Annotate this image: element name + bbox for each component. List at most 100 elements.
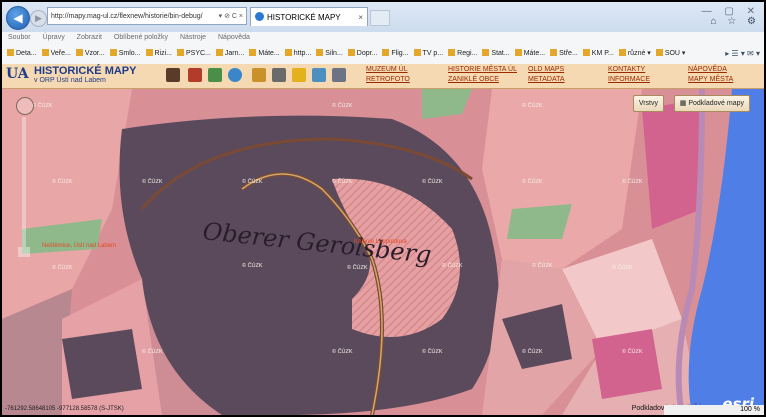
favorite-item[interactable]: SOU ▾ — [655, 44, 686, 64]
favorite-label: Jarn... — [224, 50, 245, 57]
favorite-label: Regi... — [457, 50, 478, 57]
favorite-item[interactable]: Flig... — [382, 44, 409, 64]
link-muzeum[interactable]: MUZEUM ÚL — [366, 65, 410, 75]
basemap-button[interactable]: ▦ Podkladové mapy — [673, 95, 750, 112]
favorite-label: SOU ▾ — [664, 50, 686, 57]
links-col-4: KONTAKTY INFORMACE — [608, 65, 650, 85]
favorite-label: Vzor... — [84, 50, 105, 57]
tab-close-icon[interactable]: × — [358, 8, 363, 27]
status-bar-zoom[interactable]: 100 % — [664, 405, 764, 415]
svg-text:© ČÚZK: © ČÚZK — [522, 178, 543, 185]
menu-oblibene[interactable]: Oblíbené položky — [114, 34, 168, 41]
favorite-item[interactable]: KM P... — [582, 44, 614, 64]
favorite-label: http... — [293, 50, 312, 57]
app-logo[interactable]: UA — [6, 66, 34, 86]
forward-button[interactable]: ▶ — [30, 10, 47, 27]
menu-upravy[interactable]: Úpravy — [43, 34, 65, 41]
link-metadata[interactable]: METADATA — [528, 75, 565, 85]
favorite-item[interactable]: různé ▾ — [618, 44, 651, 64]
favorite-item[interactable]: Dopr... — [347, 44, 378, 64]
zoom-out-button[interactable] — [18, 247, 30, 257]
links-col-1: MUZEUM ÚL RETROFOTO — [366, 65, 410, 85]
favorite-icon — [177, 49, 184, 56]
link-informace[interactable]: INFORMACE — [608, 75, 650, 85]
list-icon[interactable] — [272, 68, 286, 82]
favorite-label: Dopr... — [356, 50, 378, 57]
favorite-label: Máte... — [258, 50, 280, 57]
favorite-label: Veře... — [50, 50, 71, 57]
links-col-3: OLD MAPS METADATA — [528, 65, 565, 85]
app-header: UA HISTORICKÉ MAPY v ORP Ústí nad Labem … — [2, 64, 764, 89]
basemap-label: Podkladové mapy — [688, 100, 744, 107]
address-bar[interactable]: http://mapy.mag-ul.cz/flexnew/historie/b… — [47, 7, 247, 25]
zoom-control — [16, 97, 34, 257]
menu-bar: Soubor Úpravy Zobrazit Oblíbené položky … — [2, 32, 764, 44]
svg-text:© ČÚZK: © ČÚZK — [532, 262, 553, 269]
favorite-label: Siln... — [325, 50, 343, 57]
gear-icon[interactable] — [252, 68, 266, 82]
layers-icon[interactable] — [312, 68, 326, 82]
menu-napoveda[interactable]: Nápověda — [218, 34, 250, 41]
layers-button[interactable]: Vrstvy — [632, 95, 664, 112]
favorite-item[interactable]: http... — [284, 44, 312, 64]
favorites-right-tools[interactable]: ▸ ☰ ▾ ✉ ▾ — [725, 44, 760, 64]
ie-icon — [255, 12, 264, 21]
favorite-item[interactable]: Vzor... — [75, 44, 105, 64]
bookmark-icon[interactable] — [188, 68, 202, 82]
command-icons[interactable]: ⌂ ☆ ⚙ — [710, 16, 760, 27]
folder-icon[interactable] — [292, 68, 306, 82]
svg-text:© ČÚZK: © ČÚZK — [442, 262, 463, 269]
globe-icon[interactable] — [208, 68, 222, 82]
favorite-item[interactable]: Smlo... — [109, 44, 141, 64]
browser-tab[interactable]: HISTORICKÉ MAPY × — [250, 7, 368, 26]
favorite-item[interactable]: Deta... — [7, 44, 37, 64]
favorite-item[interactable]: TV p... — [413, 44, 443, 64]
app-subtitle: v ORP Ústí nad Labem — [34, 77, 106, 84]
favorite-item[interactable]: Rizi... — [145, 44, 172, 64]
address-tools[interactable]: ▾ ⊘ C × — [219, 8, 243, 24]
link-old-maps[interactable]: OLD MAPS — [528, 65, 565, 75]
svg-text:© ČÚZK: © ČÚZK — [32, 102, 53, 109]
favorite-icon — [215, 49, 223, 56]
menu-zobrazit[interactable]: Zobrazit — [77, 34, 102, 41]
favorite-item[interactable]: Siln... — [316, 44, 343, 64]
browser-address-row: ◀ ▶ http://mapy.mag-ul.cz/flexnew/histor… — [2, 2, 764, 32]
place-label: Kolonie Leopoldova — [354, 239, 407, 245]
cadastral-map[interactable]: Oberer Gerolsberg Neštěmice, Ústí nad La… — [2, 89, 764, 415]
svg-text:© ČÚZK: © ČÚZK — [522, 102, 543, 109]
link-mapy-mesta[interactable]: MAPY MĚSTA — [688, 75, 733, 85]
menu-soubor[interactable]: Soubor — [8, 34, 31, 41]
favorite-item[interactable]: PSYC... — [177, 44, 211, 64]
favorite-item[interactable]: Veře... — [41, 44, 71, 64]
address-text: http://mapy.mag-ul.cz/flexnew/historie/b… — [51, 13, 203, 20]
browser-window: ◀ ▶ http://mapy.mag-ul.cz/flexnew/histor… — [2, 2, 764, 415]
favorite-item[interactable]: Máte... — [514, 44, 545, 64]
coordinate-readout: -761292.58648105 -977128.58578 (S-JTSK) — [5, 406, 124, 412]
menu-nastroje[interactable]: Nástroje — [180, 34, 206, 41]
favorite-item[interactable]: Stře... — [550, 44, 578, 64]
link-zanikle-obce[interactable]: ZANIKLÉ OBCE — [448, 75, 517, 85]
favorite-icon — [284, 49, 292, 56]
map-view[interactable]: Oberer Gerolsberg Neštěmice, Ústí nad La… — [2, 89, 764, 415]
favorites-bar: Deta... Veře... Vzor... Smlo... Rizi... PSYC.… — [2, 44, 764, 65]
favorite-item[interactable]: Jarn... — [215, 44, 245, 64]
favorite-item[interactable]: Stat... — [482, 44, 510, 64]
link-napoveda[interactable]: NÁPOVĚDA — [688, 65, 733, 75]
zoom-slider[interactable] — [22, 117, 26, 247]
print-icon[interactable] — [332, 68, 346, 82]
favorite-icon — [550, 49, 558, 56]
favorite-item[interactable]: Regi... — [448, 44, 477, 64]
link-historie[interactable]: HISTORIE MĚSTA ÚL — [448, 65, 517, 75]
link-retrofoto[interactable]: RETROFOTO — [366, 75, 410, 85]
back-button[interactable]: ◀ — [6, 6, 30, 30]
link-kontakty[interactable]: KONTAKTY — [608, 65, 650, 75]
pan-icon[interactable] — [166, 68, 180, 82]
favorite-label: různé ▾ — [627, 50, 651, 57]
favorite-item[interactable]: Máte... — [249, 44, 280, 64]
favorite-label: KM P... — [591, 50, 614, 57]
pan-control-icon[interactable] — [16, 97, 34, 115]
favorite-icon — [514, 49, 522, 56]
new-tab-button[interactable] — [370, 10, 390, 26]
favorite-label: Stře... — [559, 50, 578, 57]
earth-icon[interactable] — [228, 68, 242, 82]
